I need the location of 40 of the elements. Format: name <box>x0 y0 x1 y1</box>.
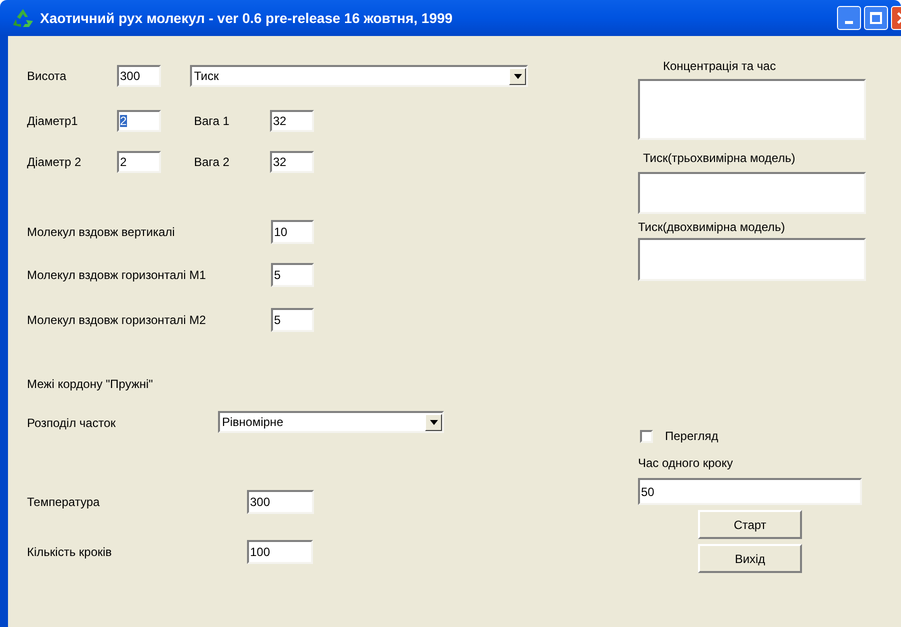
field-label: Діаметр 2 <box>27 155 82 169</box>
output-field[interactable] <box>638 238 866 281</box>
field-label: Діаметр1 <box>27 114 78 128</box>
checkbox-label: Перегляд <box>665 428 718 445</box>
field-label: Молекул вздовж горизонталі М2 <box>27 313 206 327</box>
input-field[interactable]: 32 <box>270 110 314 132</box>
field-label: Вага 2 <box>194 155 230 169</box>
input-field[interactable]: 5 <box>271 263 314 287</box>
field-label: Молекул вздовж вертикалі <box>27 225 175 239</box>
field-label: Температура <box>27 495 100 509</box>
field-label: Час одного кроку <box>638 455 733 472</box>
field-label: Висота <box>27 69 66 83</box>
input-field[interactable]: 5 <box>271 308 314 332</box>
output-label: Тиск(двохвимірна модель) <box>638 219 786 236</box>
input-field[interactable]: 10 <box>271 220 314 244</box>
dropdown[interactable]: Рівномірне <box>218 411 444 433</box>
minimize-button[interactable] <box>837 6 861 30</box>
maximize-button[interactable] <box>864 6 888 30</box>
field-label: Кількість кроків <box>27 545 112 559</box>
action-button[interactable]: Вихід <box>698 544 802 573</box>
field-label: Вага 1 <box>194 114 230 128</box>
input-field[interactable]: 300 <box>117 65 161 87</box>
input-field[interactable]: 50 <box>638 478 862 505</box>
output-label: Концентрація та час <box>663 58 776 75</box>
input-field[interactable]: 32 <box>270 151 314 173</box>
output-label: Тиск(трьохвимірна модель) <box>643 150 796 167</box>
dropdown[interactable]: Тиск <box>190 65 528 87</box>
input-field[interactable]: 100 <box>247 540 313 564</box>
output-field[interactable] <box>638 172 866 214</box>
action-button[interactable]: Старт <box>698 510 802 539</box>
input-field[interactable]: 2 <box>117 151 161 173</box>
recycle-icon <box>12 8 34 28</box>
input-field[interactable]: 300 <box>247 490 314 514</box>
window-title: Хаотичний рух молекул - ver 0.6 pre-release 16 жовтня, 1999 <box>40 8 453 28</box>
input-field[interactable]: 2 <box>117 110 161 132</box>
boundary-label: Межі кордону "Пружні" <box>27 376 153 393</box>
checkbox[interactable] <box>640 430 653 442</box>
output-field[interactable] <box>638 79 866 140</box>
field-label: Розподіл часток <box>27 416 116 430</box>
field-label: Молекул вздовж горизонталі М1 <box>27 268 206 282</box>
